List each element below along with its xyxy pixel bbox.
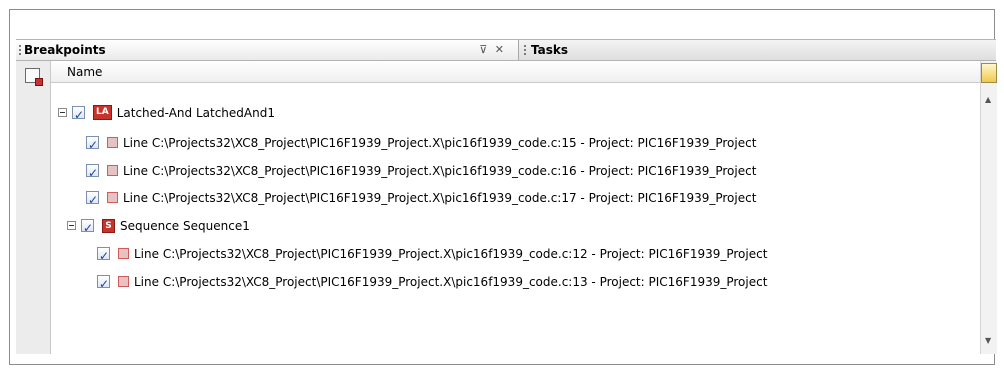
new-breakpoint-icon[interactable]	[25, 68, 43, 86]
breakpoint-row[interactable]: Line C:\Projects32\XC8_Project\PIC16F193…	[97, 270, 768, 295]
column-header-label: Name	[67, 65, 103, 79]
breakpoints-toolbar	[16, 61, 51, 354]
collapse-icon[interactable]	[67, 221, 76, 230]
vertical-scrollbar[interactable]: ▲ ▼	[980, 61, 997, 354]
breakpoint-row[interactable]: Line C:\Projects32\XC8_Project\PIC16F193…	[86, 186, 757, 211]
breakpoint-row[interactable]: Line C:\Projects32\XC8_Project\PIC16F193…	[97, 242, 768, 267]
breakpoint-row[interactable]: Line C:\Projects32\XC8_Project\PIC16F193…	[86, 131, 757, 156]
close-icon[interactable]: ✕	[495, 43, 504, 56]
breakpoint-label: Line C:\Projects32\XC8_Project\PIC16F193…	[123, 163, 757, 178]
tab-label: Tasks	[531, 43, 569, 57]
group-checkbox[interactable]	[72, 104, 85, 126]
tab-tasks[interactable]: Tasks	[519, 40, 996, 60]
sequence-icon: S	[102, 218, 115, 233]
column-header-name[interactable]: Name	[51, 61, 980, 83]
line-breakpoint-icon	[107, 192, 118, 203]
collapse-icon[interactable]	[58, 108, 67, 117]
breakpoint-label: Line C:\Projects32\XC8_Project\PIC16F193…	[134, 274, 768, 289]
restore-icon[interactable]: ⊽	[479, 43, 487, 56]
scroll-down-arrow-icon[interactable]: ▼	[985, 336, 991, 345]
tab-grip-icon[interactable]	[19, 44, 21, 56]
tab-strip: Breakpoints ⊽ ✕ Tasks	[16, 39, 996, 61]
breakpoint-row[interactable]: Line C:\Projects32\XC8_Project\PIC16F193…	[86, 159, 757, 184]
scroll-up-arrow-icon[interactable]: ▲	[985, 95, 991, 104]
customize-columns-icon[interactable]	[981, 63, 997, 83]
breakpoint-label: Line C:\Projects32\XC8_Project\PIC16F193…	[123, 190, 757, 205]
latched-and-icon: LA	[93, 105, 112, 120]
group-checkbox[interactable]	[81, 217, 94, 239]
line-breakpoint-icon	[118, 248, 129, 259]
tree-row-group[interactable]: S Sequence Sequence1	[67, 214, 250, 239]
tree-row-group[interactable]: LA Latched-And LatchedAnd1	[58, 101, 275, 126]
breakpoint-label: Line C:\Projects32\XC8_Project\PIC16F193…	[123, 135, 757, 150]
tab-breakpoints[interactable]: Breakpoints ⊽ ✕	[16, 40, 519, 60]
line-breakpoint-icon	[107, 137, 118, 148]
breakpoint-checkbox[interactable]	[86, 134, 99, 156]
line-breakpoint-icon	[107, 165, 118, 176]
breakpoint-checkbox[interactable]	[97, 245, 110, 267]
group-label: Sequence Sequence1	[120, 218, 250, 233]
breakpoint-checkbox[interactable]	[86, 162, 99, 184]
breakpoint-checkbox[interactable]	[86, 189, 99, 211]
breakpoint-label: Line C:\Projects32\XC8_Project\PIC16F193…	[134, 246, 768, 261]
tab-grip-icon[interactable]	[524, 44, 526, 56]
tab-label: Breakpoints	[24, 43, 106, 57]
line-breakpoint-icon	[118, 276, 129, 287]
breakpoint-checkbox[interactable]	[97, 273, 110, 295]
group-label: Latched-And LatchedAnd1	[116, 105, 275, 120]
